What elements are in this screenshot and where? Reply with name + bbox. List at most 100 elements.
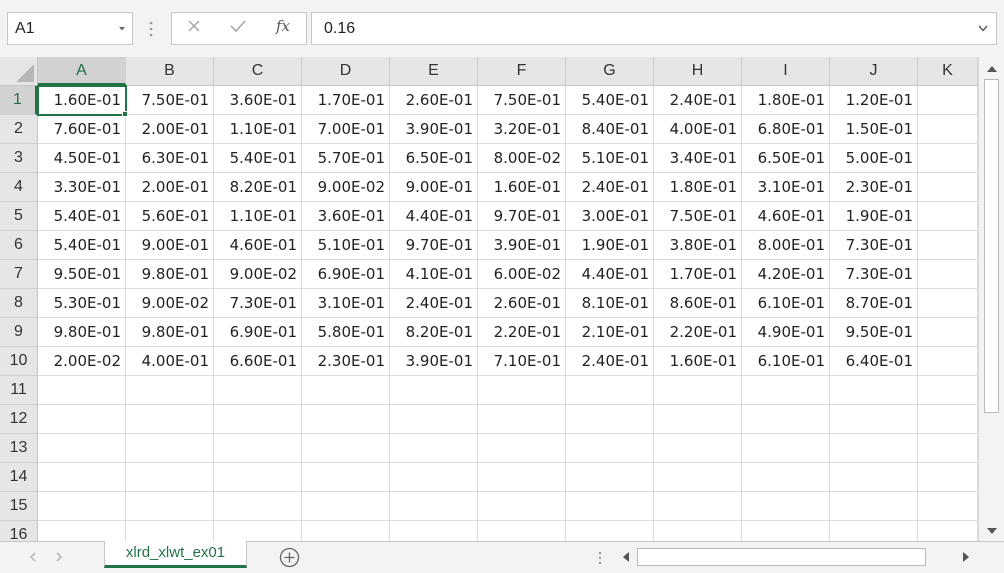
cell-i7[interactable]: 4.20E-01 bbox=[742, 260, 830, 289]
cell-e3[interactable]: 6.50E-01 bbox=[390, 144, 478, 173]
cell-j8[interactable]: 8.70E-01 bbox=[830, 289, 918, 318]
cell-a8[interactable]: 5.30E-01 bbox=[38, 289, 126, 318]
cell-e1[interactable]: 2.60E-01 bbox=[390, 86, 478, 115]
cell-c8[interactable]: 7.30E-01 bbox=[214, 289, 302, 318]
cell-b15[interactable] bbox=[126, 492, 214, 521]
cell-d10[interactable]: 2.30E-01 bbox=[302, 347, 390, 376]
cell-a13[interactable] bbox=[38, 434, 126, 463]
cancel-button[interactable] bbox=[174, 13, 214, 44]
cell-c12[interactable] bbox=[214, 405, 302, 434]
cell-d6[interactable]: 5.10E-01 bbox=[302, 231, 390, 260]
cell-c15[interactable] bbox=[214, 492, 302, 521]
cell-i12[interactable] bbox=[742, 405, 830, 434]
row-header-15[interactable]: 15 bbox=[0, 492, 37, 521]
cell-g3[interactable]: 5.10E-01 bbox=[566, 144, 654, 173]
cell-a1[interactable]: 1.60E-01 bbox=[37, 85, 127, 116]
cell-d3[interactable]: 5.70E-01 bbox=[302, 144, 390, 173]
column-header-j[interactable]: J bbox=[830, 57, 918, 85]
cell-j11[interactable] bbox=[830, 376, 918, 405]
column-header-e[interactable]: E bbox=[390, 57, 478, 85]
cell-k12[interactable] bbox=[918, 405, 978, 434]
cell-c6[interactable]: 4.60E-01 bbox=[214, 231, 302, 260]
cell-e8[interactable]: 2.40E-01 bbox=[390, 289, 478, 318]
cell-g10[interactable]: 2.40E-01 bbox=[566, 347, 654, 376]
cell-k8[interactable] bbox=[918, 289, 978, 318]
cell-k14[interactable] bbox=[918, 463, 978, 492]
cell-b12[interactable] bbox=[126, 405, 214, 434]
cell-j12[interactable] bbox=[830, 405, 918, 434]
cell-c9[interactable]: 6.90E-01 bbox=[214, 318, 302, 347]
row-header-12[interactable]: 12 bbox=[0, 405, 37, 434]
cell-d16[interactable] bbox=[302, 521, 390, 541]
cell-f15[interactable] bbox=[478, 492, 566, 521]
cell-a2[interactable]: 7.60E-01 bbox=[38, 115, 126, 144]
cell-g13[interactable] bbox=[566, 434, 654, 463]
cell-i3[interactable]: 6.50E-01 bbox=[742, 144, 830, 173]
cell-f14[interactable] bbox=[478, 463, 566, 492]
cell-h1[interactable]: 2.40E-01 bbox=[654, 86, 742, 115]
cell-j6[interactable]: 7.30E-01 bbox=[830, 231, 918, 260]
cell-f16[interactable] bbox=[478, 521, 566, 541]
cell-d5[interactable]: 3.60E-01 bbox=[302, 202, 390, 231]
cell-g4[interactable]: 2.40E-01 bbox=[566, 173, 654, 202]
cell-g12[interactable] bbox=[566, 405, 654, 434]
column-header-h[interactable]: H bbox=[654, 57, 742, 85]
cell-d13[interactable] bbox=[302, 434, 390, 463]
row-header-4[interactable]: 4 bbox=[0, 173, 37, 202]
cell-i1[interactable]: 1.80E-01 bbox=[742, 86, 830, 115]
cell-e5[interactable]: 4.40E-01 bbox=[390, 202, 478, 231]
cell-e14[interactable] bbox=[390, 463, 478, 492]
cell-b6[interactable]: 9.00E-01 bbox=[126, 231, 214, 260]
cell-e2[interactable]: 3.90E-01 bbox=[390, 115, 478, 144]
cell-e16[interactable] bbox=[390, 521, 478, 541]
cell-i15[interactable] bbox=[742, 492, 830, 521]
row-header-6[interactable]: 6 bbox=[0, 231, 37, 260]
cell-a6[interactable]: 5.40E-01 bbox=[38, 231, 126, 260]
cell-f5[interactable]: 9.70E-01 bbox=[478, 202, 566, 231]
row-header-1[interactable]: 1 bbox=[0, 86, 37, 115]
cell-a14[interactable] bbox=[38, 463, 126, 492]
cell-h15[interactable] bbox=[654, 492, 742, 521]
cell-f4[interactable]: 1.60E-01 bbox=[478, 173, 566, 202]
cell-g9[interactable]: 2.10E-01 bbox=[566, 318, 654, 347]
cell-f2[interactable]: 3.20E-01 bbox=[478, 115, 566, 144]
row-header-9[interactable]: 9 bbox=[0, 318, 37, 347]
cell-c4[interactable]: 8.20E-01 bbox=[214, 173, 302, 202]
cell-b11[interactable] bbox=[126, 376, 214, 405]
cell-k6[interactable] bbox=[918, 231, 978, 260]
row-header-2[interactable]: 2 bbox=[0, 115, 37, 144]
cell-i11[interactable] bbox=[742, 376, 830, 405]
cell-k2[interactable] bbox=[918, 115, 978, 144]
cell-f1[interactable]: 7.50E-01 bbox=[478, 86, 566, 115]
cell-f7[interactable]: 6.00E-02 bbox=[478, 260, 566, 289]
cell-i10[interactable]: 6.10E-01 bbox=[742, 347, 830, 376]
cell-h12[interactable] bbox=[654, 405, 742, 434]
cell-b4[interactable]: 2.00E-01 bbox=[126, 173, 214, 202]
cell-i5[interactable]: 4.60E-01 bbox=[742, 202, 830, 231]
cell-k3[interactable] bbox=[918, 144, 978, 173]
vertical-scrollbar[interactable] bbox=[978, 57, 1004, 541]
cell-h13[interactable] bbox=[654, 434, 742, 463]
column-header-c[interactable]: C bbox=[214, 57, 302, 85]
cell-a7[interactable]: 9.50E-01 bbox=[38, 260, 126, 289]
cell-b2[interactable]: 2.00E-01 bbox=[126, 115, 214, 144]
column-header-f[interactable]: F bbox=[478, 57, 566, 85]
cell-a12[interactable] bbox=[38, 405, 126, 434]
cell-k5[interactable] bbox=[918, 202, 978, 231]
column-header-k[interactable]: K bbox=[918, 57, 978, 85]
cell-h10[interactable]: 1.60E-01 bbox=[654, 347, 742, 376]
cell-g11[interactable] bbox=[566, 376, 654, 405]
cell-i4[interactable]: 3.10E-01 bbox=[742, 173, 830, 202]
cell-j9[interactable]: 9.50E-01 bbox=[830, 318, 918, 347]
cell-b7[interactable]: 9.80E-01 bbox=[126, 260, 214, 289]
cell-e11[interactable] bbox=[390, 376, 478, 405]
cell-g15[interactable] bbox=[566, 492, 654, 521]
cell-a11[interactable] bbox=[38, 376, 126, 405]
cell-j14[interactable] bbox=[830, 463, 918, 492]
cell-g8[interactable]: 8.10E-01 bbox=[566, 289, 654, 318]
cell-h6[interactable]: 3.80E-01 bbox=[654, 231, 742, 260]
cell-b13[interactable] bbox=[126, 434, 214, 463]
cell-j5[interactable]: 1.90E-01 bbox=[830, 202, 918, 231]
cell-k9[interactable] bbox=[918, 318, 978, 347]
cell-b9[interactable]: 9.80E-01 bbox=[126, 318, 214, 347]
